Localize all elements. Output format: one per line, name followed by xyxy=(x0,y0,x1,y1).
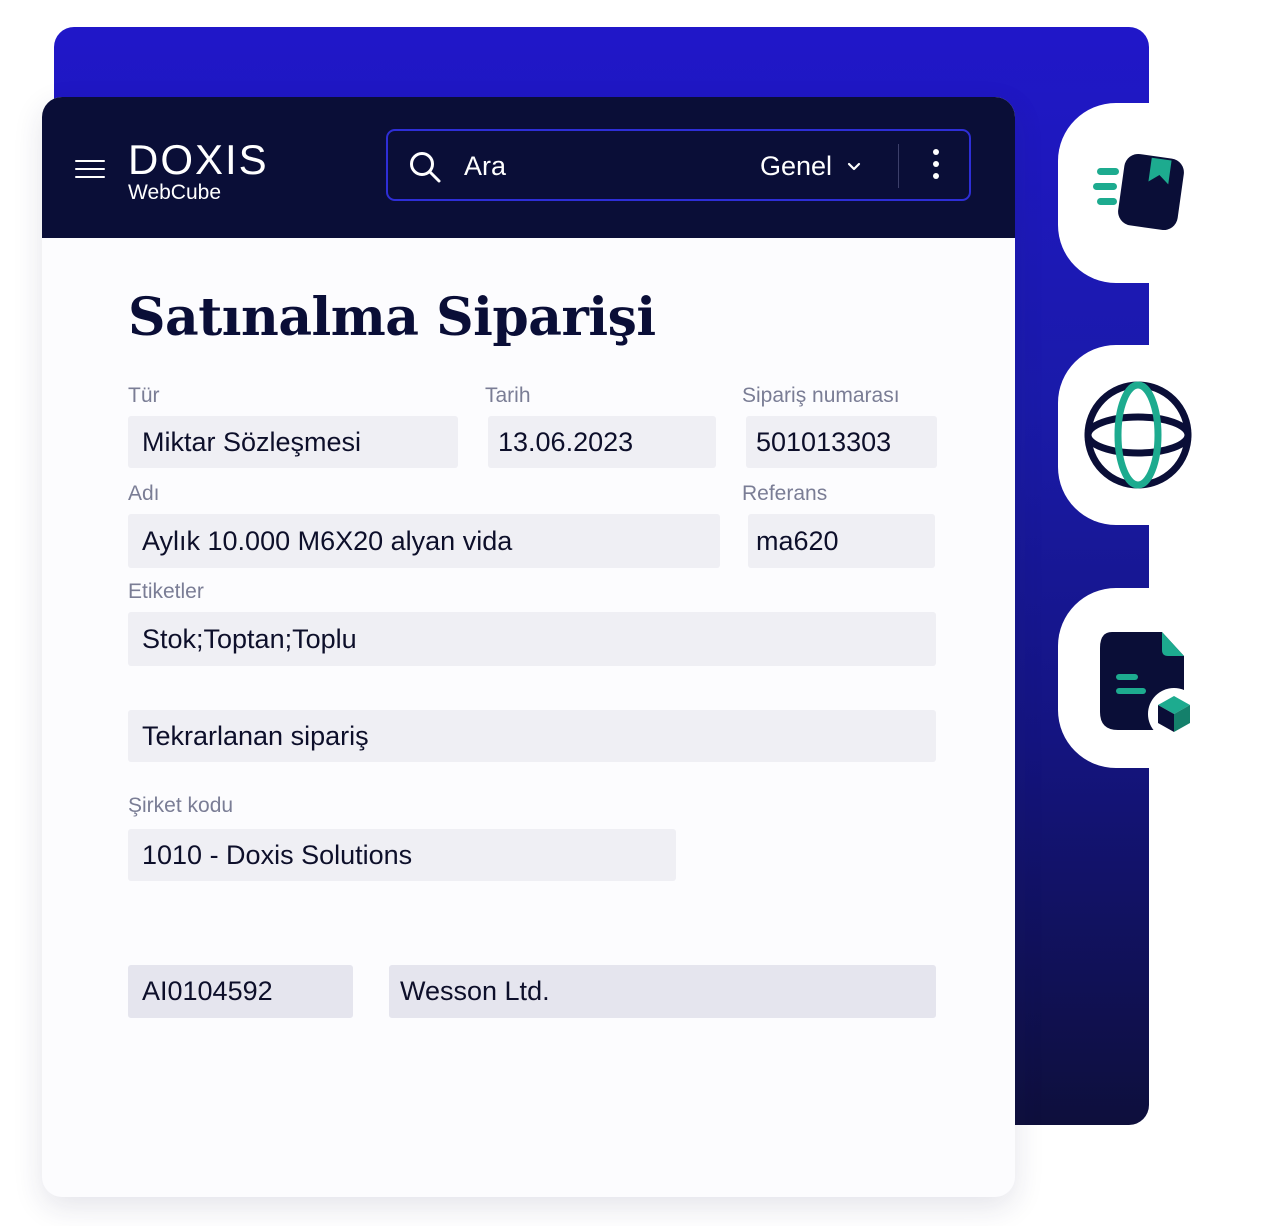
order-number-label: Sipariş numarası xyxy=(742,384,900,407)
search-scope-label: Genel xyxy=(760,150,833,181)
vendor-id-field[interactable] xyxy=(128,965,353,1018)
tags-label: Etiketler xyxy=(128,580,204,603)
tags-field[interactable] xyxy=(128,612,936,666)
side-tab-web[interactable] xyxy=(1058,345,1218,525)
logo-product-name: WebCube xyxy=(128,181,222,204)
reference-field[interactable] xyxy=(748,514,935,568)
search-scope-dropdown[interactable]: Genel xyxy=(760,147,862,185)
recurring-order-field[interactable] xyxy=(128,710,936,762)
globe-icon xyxy=(1084,381,1192,489)
hamburger-menu-icon[interactable] xyxy=(75,160,105,180)
side-tab-archive[interactable] xyxy=(1058,103,1218,283)
name-field[interactable] xyxy=(128,514,720,568)
document-cube-icon xyxy=(1100,632,1198,738)
type-label: Tür xyxy=(128,384,160,407)
chevron-down-icon xyxy=(847,162,861,171)
search-icon[interactable] xyxy=(408,150,442,184)
side-tab-document[interactable] xyxy=(1058,588,1218,768)
document-card: DOXIS WebCube Genel Satınalma Siparişi T… xyxy=(42,97,1015,1197)
company-code-label: Şirket kodu xyxy=(128,794,234,817)
vendor-name-field[interactable] xyxy=(389,965,936,1018)
reference-label: Referans xyxy=(742,482,828,505)
more-options-icon[interactable] xyxy=(928,149,944,185)
date-field[interactable] xyxy=(488,416,716,468)
app-logo: DOXIS WebCube xyxy=(128,139,269,204)
search-bar: Genel xyxy=(386,129,971,201)
type-field[interactable] xyxy=(128,416,458,468)
search-divider xyxy=(898,144,899,188)
page-title: Satınalma Siparişi xyxy=(128,287,656,348)
name-label: Adı xyxy=(128,482,160,505)
logo-wordmark: DOXIS xyxy=(128,136,269,183)
date-label: Tarih xyxy=(485,384,531,407)
app-header: DOXIS WebCube Genel xyxy=(42,97,1015,238)
search-input[interactable] xyxy=(462,145,746,187)
order-number-field[interactable] xyxy=(746,416,937,468)
book-bookmark-icon xyxy=(1093,153,1184,231)
company-code-field[interactable] xyxy=(128,829,676,881)
